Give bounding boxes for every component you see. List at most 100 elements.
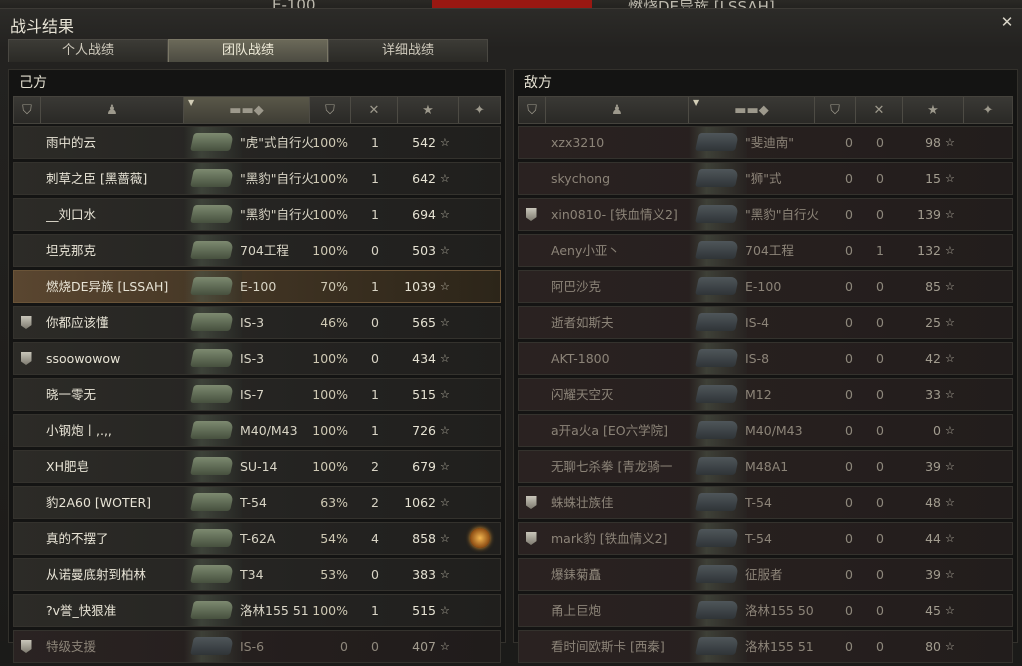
kills-count: 0 xyxy=(876,351,884,366)
enemy-player-row[interactable]: 无聊七杀拳 [青龙骑一 M48A1 0 0 39 ☆ xyxy=(518,450,1013,483)
ally-player-row[interactable]: __刘口水 "黑豹"自行火 100% 1 694 ☆ xyxy=(13,198,501,231)
vehicle-name: "黑豹"自行火 xyxy=(745,207,819,222)
header-health-icon[interactable]: ⛉ xyxy=(310,97,351,123)
health-percent: 0 xyxy=(845,531,853,546)
enemy-player-row[interactable]: xzx3210 "斐迪南" 0 0 98 ☆ xyxy=(518,126,1013,159)
header-medal-icon[interactable]: ✦ xyxy=(964,97,1012,123)
tank-icon xyxy=(184,163,242,194)
player-name: Aeny小亚丶 xyxy=(551,243,620,258)
ally-player-row[interactable]: 坦克那克 704工程 100% 0 503 ☆ xyxy=(13,234,501,267)
points-value: 1039 xyxy=(404,279,436,294)
kills-count: 0 xyxy=(876,639,884,654)
header-kills-icon[interactable]: ✕ xyxy=(351,97,398,123)
enemy-player-row[interactable]: 逝者如斯夫 IS-4 0 0 25 ☆ xyxy=(518,306,1013,339)
close-icon[interactable]: ✕ xyxy=(1000,15,1014,30)
health-percent: 0 xyxy=(845,459,853,474)
header-vehicle-icon[interactable]: ▼ ▬▬◆ xyxy=(184,97,310,123)
ally-player-row[interactable]: ssoowowow IS-3 100% 0 434 ☆ xyxy=(13,342,501,375)
allies-panel: 己方 ⛉ ♟ ▼ ▬▬◆ ⛉ ✕ ★ ✦ 雨中的云 "虎"式自行火 100% 1 542 ☆… xyxy=(8,69,506,663)
medal-icon[interactable] xyxy=(470,528,490,548)
tank-icon xyxy=(184,451,242,482)
header-player-icon[interactable]: ♟ xyxy=(546,97,689,123)
ally-player-row[interactable]: 你都应该懂 IS-3 46% 0 565 ☆ xyxy=(13,306,501,339)
enemy-player-row[interactable]: 蛛蛛壮族佳 T-54 0 0 48 ☆ xyxy=(518,486,1013,519)
player-name: 燃烧DE异族 [LSSAH] xyxy=(46,279,169,294)
star-icon: ☆ xyxy=(440,172,450,185)
tank-icon xyxy=(689,271,747,302)
header-player-icon[interactable]: ♟ xyxy=(41,97,184,123)
header-medal-icon[interactable]: ✦ xyxy=(459,97,500,123)
player-name: 无聊七杀拳 [青龙骑一 xyxy=(551,459,673,474)
squad-shield-icon xyxy=(20,316,32,329)
points-value: 679 xyxy=(412,459,436,474)
enemy-player-row[interactable]: skychong "狮"式 0 0 15 ☆ xyxy=(518,162,1013,195)
enemy-player-row[interactable]: 看时间欧斯卡 [西秦] 洛林155 51 0 0 80 ☆ xyxy=(518,630,1013,663)
enemy-player-row[interactable]: xin0810- [铁血情义2] "黑豹"自行火 0 0 139 ☆ xyxy=(518,198,1013,231)
enemy-player-row[interactable]: 阿巴沙克 E-100 0 0 85 ☆ xyxy=(518,270,1013,303)
squad-badge xyxy=(521,451,541,482)
points-value: 0 xyxy=(933,423,941,438)
header-vehicle-icon[interactable]: ▼ ▬▬◆ xyxy=(689,97,815,123)
player-name: skychong xyxy=(551,171,611,186)
squad-badge xyxy=(16,523,36,554)
player-name: 刺草之臣 [黑蔷薇] xyxy=(46,171,148,186)
points-value: 39 xyxy=(925,459,941,474)
squad-badge xyxy=(521,631,541,662)
ally-player-row[interactable]: XH肥皂 SU-14 100% 2 679 ☆ xyxy=(13,450,501,483)
tank-icon xyxy=(689,487,747,518)
ally-player-row[interactable]: 从诺曼底射到柏林 T34 53% 0 383 ☆ xyxy=(13,558,501,591)
health-percent: 100% xyxy=(312,351,348,366)
tab-details[interactable]: 详细战绩 xyxy=(328,39,488,62)
tab-personal[interactable]: 个人战绩 xyxy=(8,39,168,62)
star-icon: ☆ xyxy=(945,136,955,149)
enemy-player-row[interactable]: 甬上巨炮 洛林155 50 0 0 45 ☆ xyxy=(518,594,1013,627)
star-icon: ☆ xyxy=(440,136,450,149)
enemy-player-row[interactable]: mark豹 [铁血情义2] T-54 0 0 44 ☆ xyxy=(518,522,1013,555)
enemy-player-row[interactable]: 爆銇菊矗 征服者 0 0 39 ☆ xyxy=(518,558,1013,591)
points-value: 407 xyxy=(412,639,436,654)
ally-player-row[interactable]: 晓一零无 IS-7 100% 1 515 ☆ xyxy=(13,378,501,411)
kills-count: 0 xyxy=(876,603,884,618)
health-percent: 0 xyxy=(845,351,853,366)
ally-player-row[interactable]: 小钢炮丨,.,, M40/M43 100% 1 726 ☆ xyxy=(13,414,501,447)
player-name: xzx3210 xyxy=(551,135,605,150)
header-squad-icon[interactable]: ⛉ xyxy=(14,97,41,123)
enemy-player-row[interactable]: 闪耀天空灭 M12 0 0 33 ☆ xyxy=(518,378,1013,411)
star-icon: ☆ xyxy=(945,532,955,545)
health-percent: 0 xyxy=(845,207,853,222)
header-points-star-icon[interactable]: ★ xyxy=(398,97,459,123)
vehicle-name: M40/M43 xyxy=(240,423,298,438)
tank-icon xyxy=(689,559,747,590)
health-percent: 100% xyxy=(312,243,348,258)
tank-icon xyxy=(184,487,242,518)
ally-player-row[interactable]: 燃烧DE异族 [LSSAH] E-100 70% 1 1039 ☆ xyxy=(13,270,501,303)
tank-icon xyxy=(689,451,747,482)
ally-player-row[interactable]: ?v誉_快狠准 洛林155 51 100% 1 515 ☆ xyxy=(13,594,501,627)
header-squad-icon[interactable]: ⛉ xyxy=(519,97,546,123)
kills-count: 1 xyxy=(371,423,379,438)
header-kills-icon[interactable]: ✕ xyxy=(856,97,903,123)
enemy-player-row[interactable]: a开a火a [EO六学院] M40/M43 0 0 0 ☆ xyxy=(518,414,1013,447)
health-percent: 0 xyxy=(845,171,853,186)
star-icon: ☆ xyxy=(440,208,450,221)
player-name: 你都应该懂 xyxy=(46,315,109,330)
star-icon: ☆ xyxy=(945,172,955,185)
ally-player-row[interactable]: 真的不摆了 T-62A 54% 4 858 ☆ xyxy=(13,522,501,555)
ally-player-row[interactable]: 豹2A60 [WOTER] T-54 63% 2 1062 ☆ xyxy=(13,486,501,519)
enemy-player-row[interactable]: AKT-1800 IS-8 0 0 42 ☆ xyxy=(518,342,1013,375)
points-value: 39 xyxy=(925,567,941,582)
tab-team[interactable]: 团队战绩 xyxy=(168,39,328,62)
squad-shield-icon xyxy=(525,532,537,545)
ally-player-row[interactable]: 刺草之臣 [黑蔷薇] "黑豹"自行火 100% 1 642 ☆ xyxy=(13,162,501,195)
squad-badge xyxy=(521,523,541,554)
ally-player-row[interactable]: 雨中的云 "虎"式自行火 100% 1 542 ☆ xyxy=(13,126,501,159)
squad-shield-icon xyxy=(20,352,32,365)
star-icon: ☆ xyxy=(945,640,955,653)
tank-icon xyxy=(184,235,242,266)
kills-count: 2 xyxy=(371,495,379,510)
ally-player-row[interactable]: 特级支援 IS-6 0 0 407 ☆ xyxy=(13,630,501,663)
enemy-player-row[interactable]: Aeny小亚丶 704工程 0 1 132 ☆ xyxy=(518,234,1013,267)
header-points-star-icon[interactable]: ★ xyxy=(903,97,964,123)
header-health-icon[interactable]: ⛉ xyxy=(815,97,856,123)
enemies-column-header: ⛉ ♟ ▼ ▬▬◆ ⛉ ✕ ★ ✦ xyxy=(518,96,1013,124)
